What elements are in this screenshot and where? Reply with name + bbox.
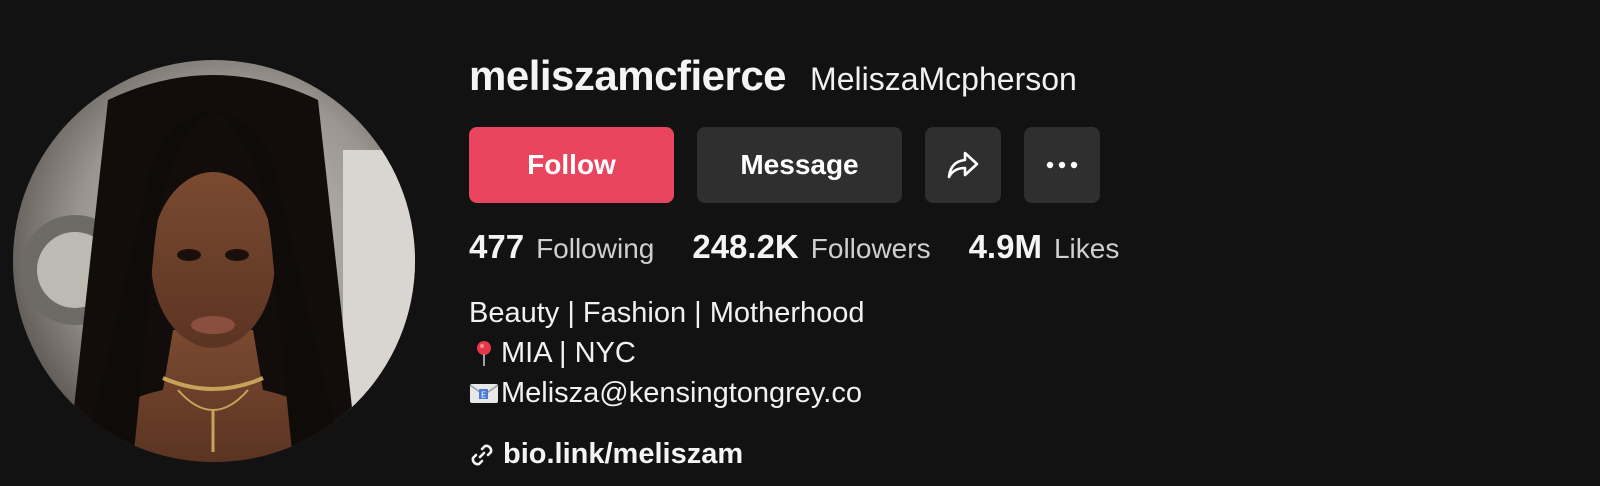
followers-stat[interactable]: 248.2K Followers: [692, 228, 930, 266]
follow-button[interactable]: Follow: [469, 127, 674, 203]
share-button[interactable]: [925, 127, 1001, 203]
bio-link-text[interactable]: bio.link/meliszam: [503, 438, 743, 471]
followers-count: 248.2K: [692, 228, 799, 265]
pin-icon: [477, 341, 491, 366]
bio: Beauty | Fashion | Motherhood MIA | NYC …: [469, 293, 865, 413]
avatar-image: [13, 60, 415, 462]
email-icon: E: [469, 384, 499, 403]
following-count: 477: [469, 228, 525, 265]
message-button[interactable]: Message: [697, 127, 902, 203]
action-buttons: Follow Message: [469, 127, 1100, 203]
avatar[interactable]: [13, 60, 415, 462]
likes-label: Likes: [1053, 233, 1120, 264]
svg-text:E: E: [481, 391, 486, 400]
share-arrow-icon: [947, 151, 979, 179]
username: meliszamcfierce: [469, 52, 787, 99]
link-icon: [471, 444, 493, 465]
more-dots-icon: [1046, 161, 1078, 169]
likes-count: 4.9M: [968, 228, 1042, 265]
name-row: meliszamcfierce MeliszaMcpherson: [469, 52, 1077, 100]
following-label: Following: [536, 233, 655, 264]
bio-text-3: Melisza@kensingtongrey.co: [501, 377, 862, 409]
following-stat[interactable]: 477 Following: [469, 228, 654, 266]
stats-row: 477 Following 248.2K Followers 4.9M Like…: [469, 228, 1157, 266]
followers-label: Followers: [810, 233, 931, 264]
bio-text-1: Beauty | Fashion | Motherhood: [469, 297, 865, 329]
likes-stat: 4.9M Likes: [969, 228, 1120, 266]
bio-line-1: Beauty | Fashion | Motherhood: [469, 293, 865, 333]
more-button[interactable]: [1024, 127, 1100, 203]
display-name: MeliszaMcpherson: [810, 61, 1077, 97]
bio-text-2: MIA | NYC: [501, 337, 636, 369]
bio-line-2: MIA | NYC: [469, 333, 865, 373]
bio-link[interactable]: bio.link/meliszam: [469, 438, 743, 471]
bio-line-3: E Melisza@kensingtongrey.co: [469, 373, 865, 413]
